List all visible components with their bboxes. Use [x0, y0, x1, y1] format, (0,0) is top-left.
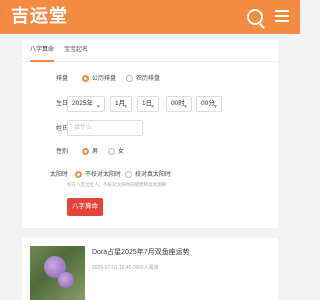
chevron-down-icon: ▼	[183, 104, 188, 110]
chevron-down-icon: ▼	[150, 104, 155, 110]
article-date: 2025-07-01 18:46:00	[92, 265, 139, 271]
chevron-down-icon: ▼	[213, 104, 218, 110]
chevron-down-icon: ▼	[123, 104, 128, 110]
article-card[interactable]: Dora占星2025年7月双鱼座运势 2025-07-01 18:46:00 6…	[22, 238, 278, 300]
male-text: 男	[92, 149, 99, 155]
surname-label: 姓氏	[55, 126, 68, 132]
month-select[interactable]: 1月 ▼	[110, 96, 132, 112]
radio-solar-calendar[interactable]	[82, 75, 89, 82]
true-solar-correction-text: 校对真太阳时	[135, 172, 172, 178]
minute-select[interactable]: 00分 ▼	[196, 96, 222, 112]
radio-true-solar-correction[interactable]	[125, 171, 132, 178]
solar-time-hint: 如在八区出生人，不校对太阳时间能更精准地测算	[67, 182, 166, 187]
article-title[interactable]: Dora占星2025年7月双鱼座运势	[92, 248, 190, 258]
site-header: 吉运堂	[0, 0, 300, 34]
bazi-submit-button[interactable]: 八字算命	[67, 198, 103, 216]
lunar-calendar-text: 农历排盘	[136, 76, 161, 82]
article-views: 60人阅读	[138, 265, 159, 271]
day-select[interactable]: 1日 ▼	[137, 96, 159, 112]
search-icon[interactable]	[247, 9, 263, 25]
gender-label: 性别	[55, 149, 68, 155]
hour-select[interactable]: 00时 ▼	[166, 96, 192, 112]
menu-icon[interactable]	[275, 10, 289, 24]
birthday-label: 生日	[55, 101, 68, 107]
article-thumbnail[interactable]	[30, 246, 85, 300]
bazi-form-card: 八字算命 宝宝起名 排盘 公历排盘 农历排盘 生日 2025年 ▼ 1月 ▼ 1…	[22, 40, 278, 228]
tab-bazi[interactable]: 八字算命	[30, 45, 54, 55]
solar-time-label: 太阳时	[49, 172, 68, 178]
radio-lunar-calendar[interactable]	[126, 75, 133, 82]
surname-input[interactable]: 填什么	[67, 120, 143, 136]
chevron-down-icon: ▼	[96, 104, 101, 110]
female-text: 女	[118, 149, 125, 155]
radio-female[interactable]	[108, 148, 115, 155]
no-solar-correction-text: 不校对太阳时	[85, 172, 122, 178]
flower-image	[58, 272, 74, 288]
radio-male[interactable]	[82, 148, 89, 155]
active-tab-indicator	[30, 60, 54, 62]
year-value: 2025年	[72, 100, 93, 107]
tab-bar: 八字算命 宝宝起名	[22, 40, 278, 62]
radio-no-solar-correction[interactable]	[75, 171, 82, 178]
tab-baby-naming[interactable]: 宝宝起名	[64, 45, 88, 55]
solar-calendar-text: 公历排盘	[92, 76, 117, 82]
calendar-label: 排盘	[55, 76, 68, 82]
site-logo[interactable]: 吉运堂	[11, 5, 68, 29]
year-select[interactable]: 2025年 ▼	[67, 96, 105, 112]
